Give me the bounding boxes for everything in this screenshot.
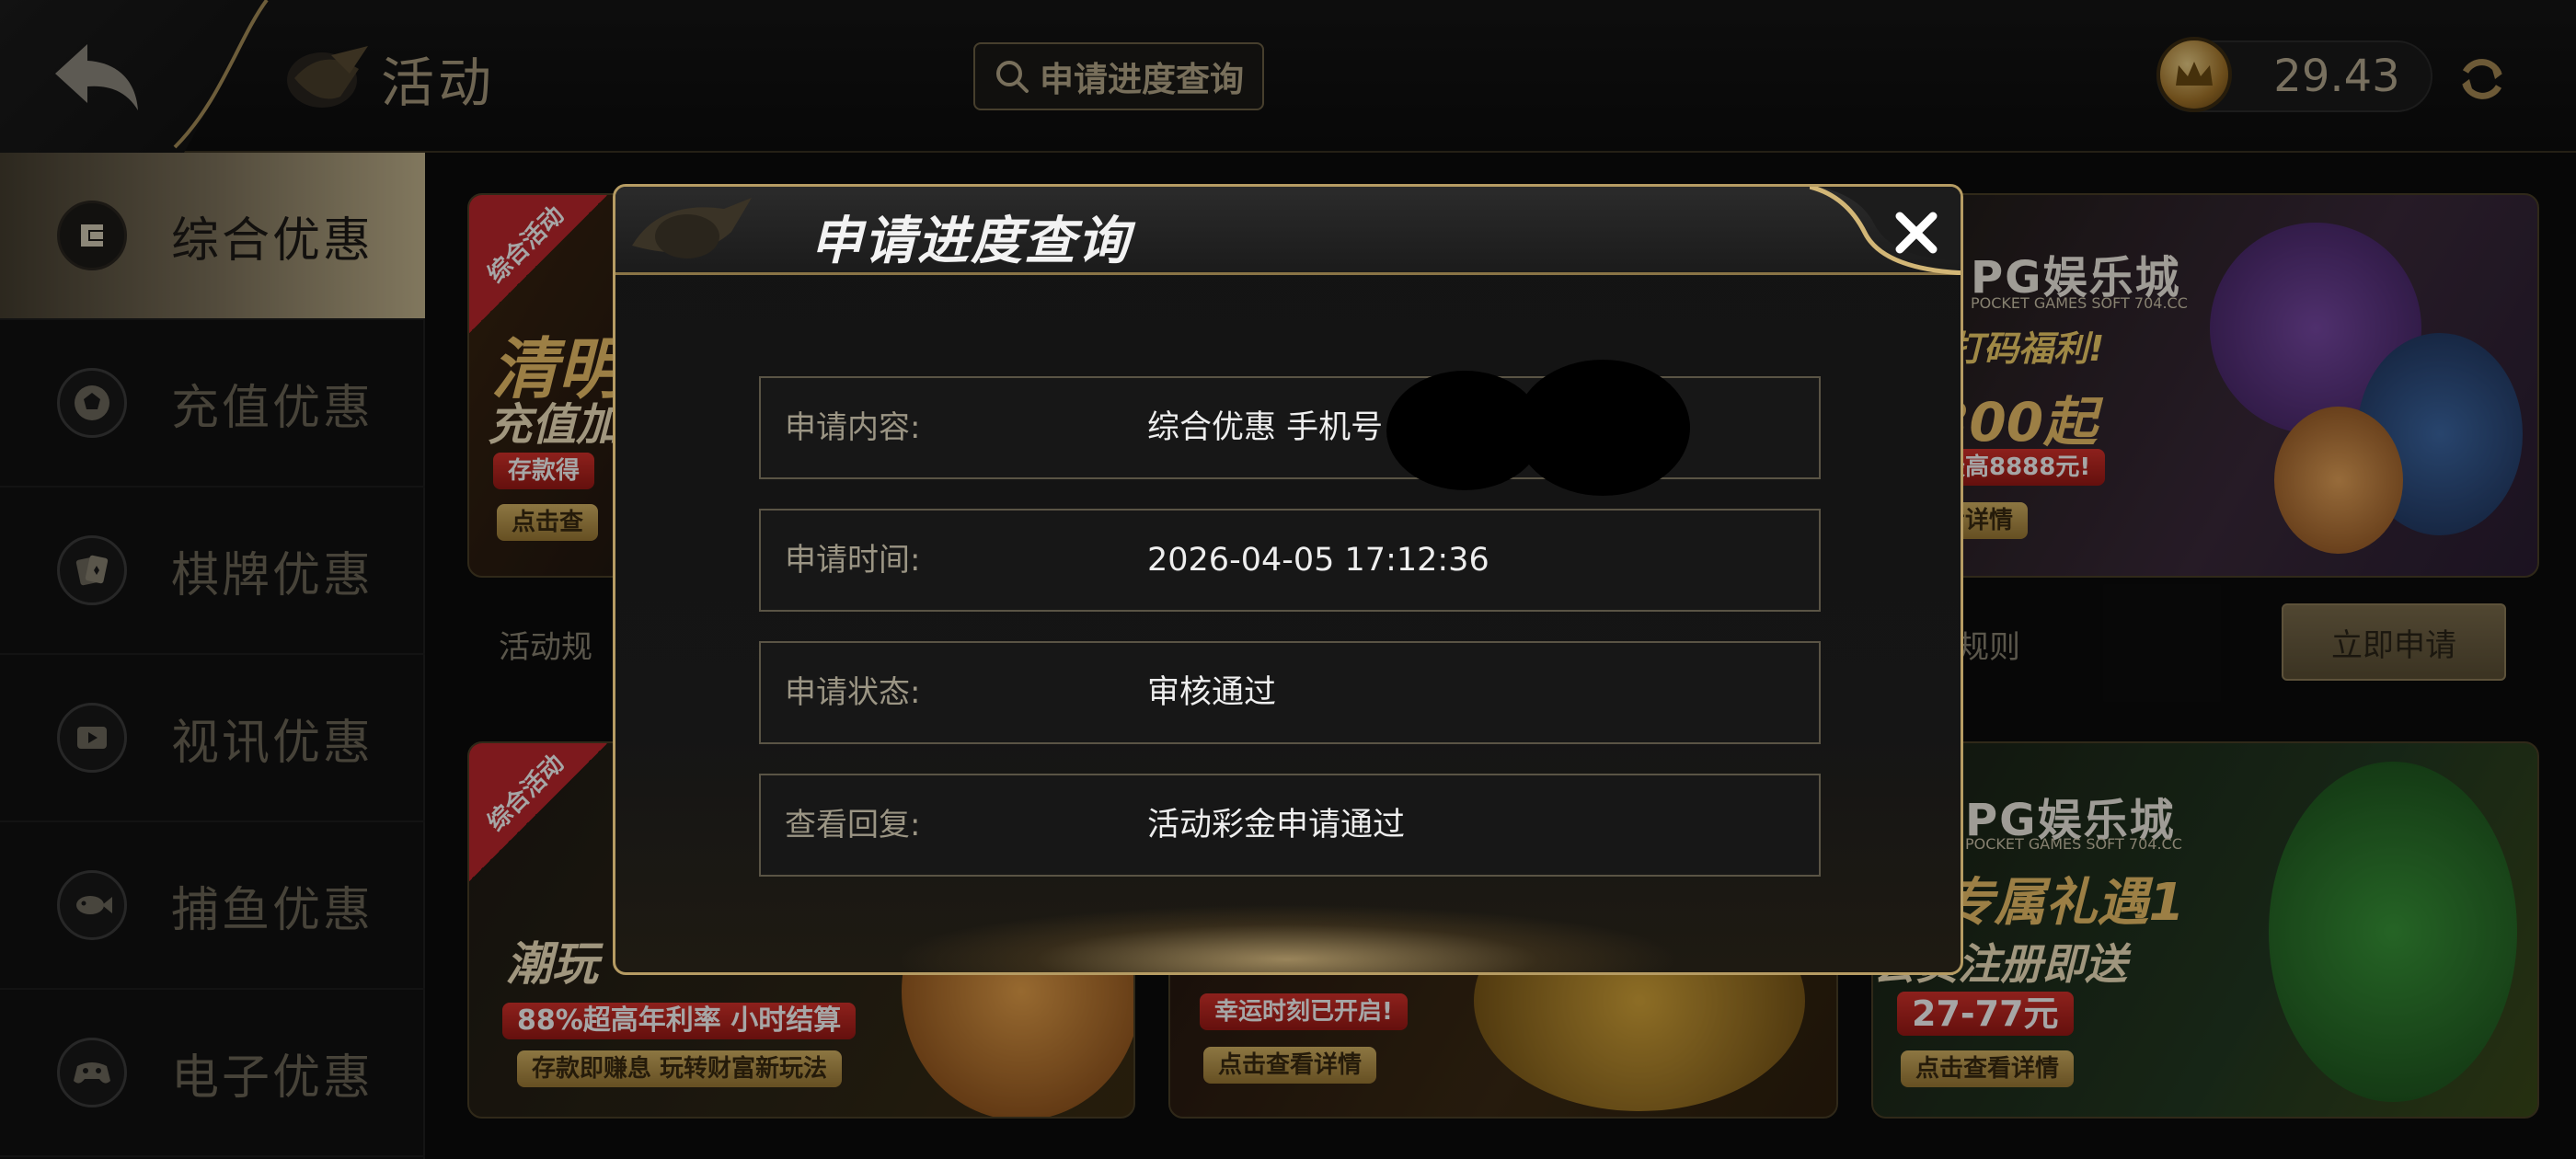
- dialog-header: 申请进度查询: [615, 187, 1961, 275]
- info-label: 申请状态:: [785, 674, 921, 711]
- info-row-time: 申请时间: 2026-04-05 17:12:36: [759, 509, 1821, 612]
- dialog-bottom-glow: [891, 904, 1683, 972]
- info-value: 审核通过: [1147, 674, 1277, 711]
- info-value: 活动彩金申请通过: [1147, 807, 1406, 843]
- info-value: 2026-04-05 17:12:36: [1147, 542, 1489, 579]
- info-label: 申请时间:: [785, 542, 921, 579]
- info-row-reply: 查看回复: 活动彩金申请通过: [759, 774, 1821, 877]
- info-row-status: 申请状态: 审核通过: [759, 641, 1821, 744]
- close-icon: [1895, 212, 1938, 254]
- info-label: 查看回复:: [785, 807, 921, 843]
- redaction-mark: [1515, 360, 1690, 496]
- info-value: 综合优惠 手机号: [1147, 409, 1384, 446]
- dialog-title: 申请进度查询: [811, 212, 1131, 271]
- helmet-emblem-icon: [632, 198, 752, 258]
- close-button[interactable]: [1887, 203, 1946, 262]
- info-label: 申请内容:: [785, 409, 921, 446]
- info-row-content: 申请内容: 综合优惠 手机号: [759, 360, 1821, 496]
- progress-query-dialog: 申请进度查询 申请内容: 综合优惠 手机号 申请时间: 2026-04-05 1…: [613, 184, 1963, 975]
- app-root: 活动 申请进度查询 29.43 综合优惠 充值优惠 棋牌优惠 视讯优惠 捕鱼优惠…: [0, 0, 2576, 1159]
